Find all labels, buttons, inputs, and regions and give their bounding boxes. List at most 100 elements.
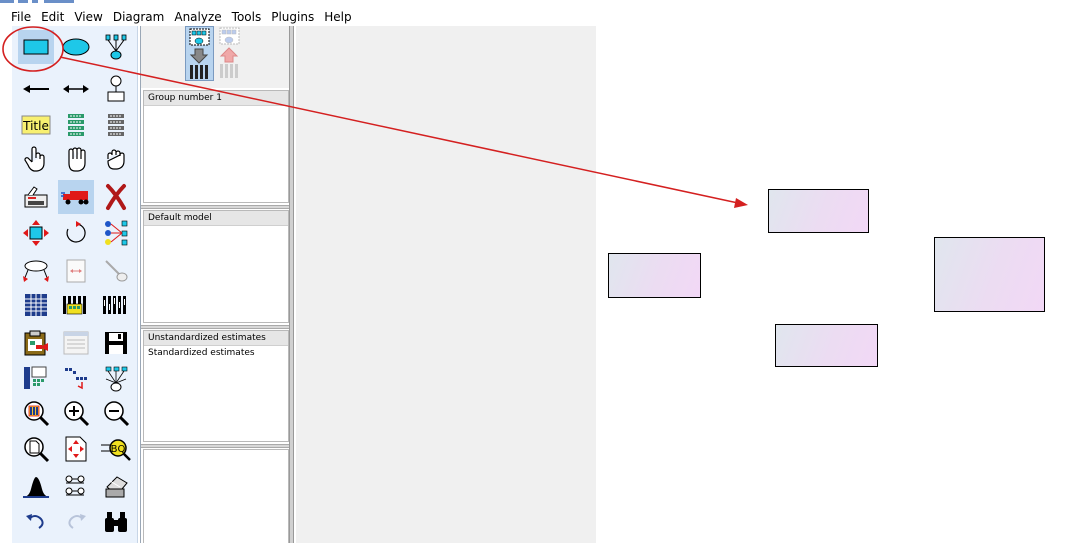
zoom-out-button[interactable] <box>98 396 134 430</box>
observed-variable-box[interactable] <box>608 253 701 298</box>
calculate-estimates-button[interactable] <box>98 288 134 322</box>
undo-icon <box>26 514 44 529</box>
select-all-button[interactable] <box>58 142 94 176</box>
calculate-estimates-icon <box>103 296 126 314</box>
bayesian-button[interactable] <box>18 470 54 504</box>
menu-edit[interactable]: Edit <box>36 8 69 26</box>
degrees-freedom-button[interactable] <box>98 470 134 504</box>
groups-panel: Group number 1 <box>143 90 289 203</box>
draw-unobserved-variable-button[interactable] <box>58 30 94 64</box>
list-variables-model-icon <box>68 114 84 136</box>
view-text-button[interactable] <box>58 326 94 360</box>
zoom-in-button[interactable] <box>58 396 94 430</box>
observed-variable-box[interactable] <box>768 189 869 233</box>
draw-observed-variable-button[interactable] <box>18 30 54 64</box>
copy-clipboard-icon <box>24 330 48 356</box>
magnify-icon: BQ <box>101 439 131 461</box>
menu-help[interactable]: Help <box>319 8 356 26</box>
model-item[interactable]: Default model <box>144 211 288 226</box>
unique-variable-icon <box>107 75 125 102</box>
svg-text:BQ: BQ <box>111 444 126 455</box>
rotate-indicators-button[interactable] <box>58 216 94 250</box>
page-margin-area <box>296 26 596 543</box>
redo-button[interactable] <box>58 504 94 538</box>
show-page-icon <box>24 437 50 463</box>
estimates-item-standardized[interactable]: Standardized estimates <box>144 346 288 361</box>
draw-unobserved-variable-icon <box>62 38 90 56</box>
change-shape-button[interactable] <box>18 216 54 250</box>
menu-view[interactable]: View <box>69 8 107 26</box>
move-objects-button[interactable] <box>58 180 94 214</box>
duplicate-button[interactable] <box>18 180 54 214</box>
deselect-hand-icon <box>107 149 125 170</box>
splitter[interactable] <box>289 26 294 543</box>
draw-latent-indicator-button[interactable] <box>98 30 134 64</box>
touch-up-button[interactable] <box>98 254 134 288</box>
object-properties-button[interactable] <box>18 362 54 396</box>
menu-diagram[interactable]: Diagram <box>108 8 170 26</box>
select-one-button[interactable] <box>18 142 54 176</box>
title-bar-remnant <box>0 0 80 4</box>
toolbox: Title BQ <box>12 26 138 543</box>
menu-file[interactable]: File <box>6 8 36 26</box>
draw-covariances-button[interactable] <box>58 72 94 106</box>
view-output-button[interactable] <box>216 26 244 81</box>
zoom-in-icon <box>64 401 90 427</box>
save-button[interactable] <box>98 326 134 360</box>
select-one-hand-icon <box>24 146 45 172</box>
multiple-group-button[interactable] <box>58 470 94 504</box>
models-panel: Default model <box>143 210 289 323</box>
select-data-files-button[interactable] <box>18 288 54 322</box>
panel-divider[interactable] <box>141 444 290 448</box>
move-parameter-button[interactable] <box>18 254 54 288</box>
draw-observed-variable-icon <box>23 39 49 55</box>
resize-diagram-button[interactable] <box>58 432 94 466</box>
selector-column: Group number 1 Default model Unstandardi… <box>140 26 290 543</box>
magnify-button[interactable]: BQ <box>98 432 134 466</box>
multiple-group-icon <box>65 475 85 496</box>
observed-variable-box[interactable] <box>775 324 878 367</box>
panel-divider[interactable] <box>141 205 290 209</box>
zoom-area-button[interactable] <box>18 396 54 430</box>
menu-tools[interactable]: Tools <box>227 8 267 26</box>
specification-search-button[interactable] <box>98 504 134 538</box>
scroll-button[interactable] <box>58 254 94 288</box>
analysis-properties-icon <box>63 296 86 315</box>
analysis-properties-button[interactable] <box>58 288 94 322</box>
move-truck-icon <box>61 191 89 205</box>
zoom-out-icon <box>104 401 130 427</box>
estimates-item-unstandardized[interactable]: Unstandardized estimates <box>144 331 288 346</box>
preserve-symmetries-button[interactable] <box>98 362 134 396</box>
estimates-panel: Unstandardized estimates Standardized es… <box>143 330 289 442</box>
list-variables-dataset-button[interactable] <box>98 108 134 142</box>
drag-properties-button[interactable] <box>58 362 94 396</box>
object-properties-icon <box>24 366 47 389</box>
redo-icon <box>68 514 86 529</box>
draw-latent-indicator-icon <box>105 34 127 60</box>
list-variables-model-button[interactable] <box>58 108 94 142</box>
erase-button[interactable] <box>98 180 134 214</box>
view-output-icon <box>219 27 240 78</box>
view-input-button[interactable] <box>185 26 214 81</box>
deselect-all-button[interactable] <box>98 142 134 176</box>
show-page-button[interactable] <box>18 432 54 466</box>
list-variables-dataset-icon <box>108 114 124 136</box>
view-text-icon <box>63 331 89 355</box>
unique-variable-button[interactable] <box>98 72 134 106</box>
menu-bar: File Edit View Diagram Analyze Tools Plu… <box>0 8 1070 26</box>
group-item[interactable]: Group number 1 <box>144 91 288 106</box>
reflect-indicators-button[interactable] <box>98 216 134 250</box>
scroll-icon <box>66 259 86 283</box>
preserve-symmetries-icon <box>105 366 128 392</box>
menu-plugins[interactable]: Plugins <box>266 8 319 26</box>
figure-captions-button[interactable]: Title <box>18 108 54 142</box>
observed-variable-box[interactable] <box>934 237 1045 312</box>
drag-properties-icon <box>65 368 87 390</box>
draw-paths-button[interactable] <box>18 72 54 106</box>
panel-divider[interactable] <box>141 325 290 329</box>
copy-clipboard-button[interactable] <box>18 326 54 360</box>
undo-button[interactable] <box>18 504 54 538</box>
path-diagram-canvas[interactable] <box>596 26 1070 543</box>
menu-analyze[interactable]: Analyze <box>169 8 226 26</box>
reflect-indicators-icon <box>105 220 128 246</box>
